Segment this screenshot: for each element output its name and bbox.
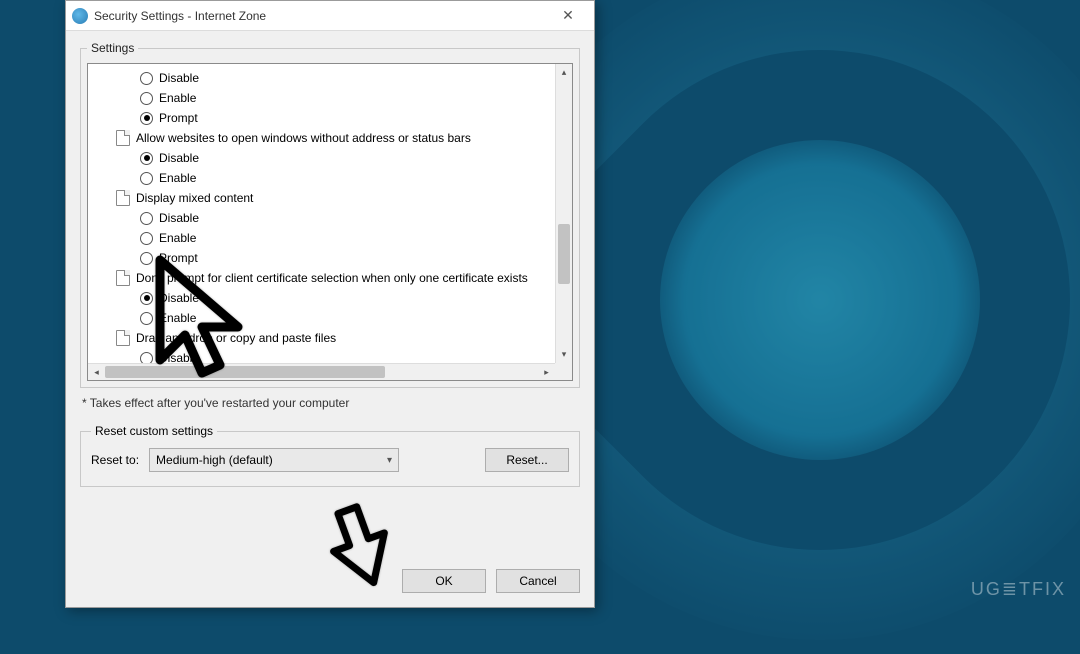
ok-button[interactable]: OK	[402, 569, 486, 593]
reset-legend: Reset custom settings	[91, 424, 217, 438]
scroll-thumb-h[interactable]	[105, 366, 385, 378]
radio-icon[interactable]	[140, 112, 153, 125]
settings-legend: Settings	[87, 41, 138, 55]
tree-option-label: Enable	[159, 311, 196, 325]
reset-button[interactable]: Reset...	[485, 448, 569, 472]
tree-option[interactable]: Enable	[88, 308, 555, 328]
tree-category-label: Don't prompt for client certificate sele…	[136, 271, 528, 285]
reset-level-dropdown[interactable]: Medium-high (default) ▾	[149, 448, 399, 472]
tree-option[interactable]: Prompt	[88, 108, 555, 128]
reset-fieldset: Reset custom settings Reset to: Medium-h…	[80, 424, 580, 487]
scrollbar-horizontal[interactable]: ◂ ▸	[88, 363, 555, 380]
chevron-down-icon: ▾	[387, 455, 392, 466]
titlebar[interactable]: Security Settings - Internet Zone ✕	[66, 1, 594, 31]
scroll-right-icon[interactable]: ▸	[538, 364, 555, 380]
dialog-buttons: OK Cancel	[66, 559, 594, 607]
scroll-down-icon[interactable]: ▾	[556, 346, 572, 363]
radio-icon[interactable]	[140, 232, 153, 245]
security-settings-dialog: Security Settings - Internet Zone ✕ Sett…	[65, 0, 595, 608]
tree-category: Don't prompt for client certificate sele…	[88, 268, 555, 288]
radio-icon[interactable]	[140, 172, 153, 185]
radio-icon[interactable]	[140, 92, 153, 105]
window-title: Security Settings - Internet Zone	[94, 9, 266, 23]
restart-footnote: * Takes effect after you've restarted yo…	[82, 396, 578, 410]
settings-tree: Disable Enable Prompt Allow websites to ope…	[87, 63, 573, 381]
page-icon	[116, 190, 130, 206]
tree-option[interactable]: Enable	[88, 88, 555, 108]
globe-icon	[72, 8, 88, 24]
tree-option[interactable]: Disable	[88, 288, 555, 308]
radio-icon[interactable]	[140, 292, 153, 305]
tree-option[interactable]: Prompt	[88, 248, 555, 268]
tree-category-label: Allow websites to open windows without a…	[136, 131, 471, 145]
tree-category: Display mixed content	[88, 188, 555, 208]
tree-category-label: Drag and drop or copy and paste files	[136, 331, 336, 345]
page-icon	[116, 130, 130, 146]
radio-icon[interactable]	[140, 352, 153, 364]
tree-option[interactable]: Disable	[88, 68, 555, 88]
tree-option[interactable]: Disable	[88, 348, 555, 363]
scroll-up-icon[interactable]: ▴	[556, 64, 572, 81]
tree-option[interactable]: Enable	[88, 228, 555, 248]
tree-category: Drag and drop or copy and paste files	[88, 328, 555, 348]
close-button[interactable]: ✕	[548, 7, 588, 24]
tree-option-label: Disable	[159, 211, 199, 225]
radio-icon[interactable]	[140, 72, 153, 85]
tree-option[interactable]: Enable	[88, 168, 555, 188]
radio-icon[interactable]	[140, 312, 153, 325]
cancel-button[interactable]: Cancel	[496, 569, 580, 593]
tree-option-label: Prompt	[159, 251, 198, 265]
reset-level-value: Medium-high (default)	[156, 453, 273, 467]
tree-option[interactable]: Disable	[88, 208, 555, 228]
tree-option-label: Enable	[159, 171, 196, 185]
scrollbar-vertical[interactable]: ▴ ▾	[555, 64, 572, 363]
scroll-thumb-v[interactable]	[558, 224, 570, 284]
reset-to-label: Reset to:	[91, 453, 139, 467]
watermark: UG≣TFIX	[971, 579, 1066, 600]
radio-icon[interactable]	[140, 252, 153, 265]
tree-category: Allow websites to open windows without a…	[88, 128, 555, 148]
tree-option[interactable]: Disable	[88, 148, 555, 168]
scroll-left-icon[interactable]: ◂	[88, 364, 105, 380]
tree-option-label: Enable	[159, 231, 196, 245]
tree-option-label: Disable	[159, 151, 199, 165]
page-icon	[116, 330, 130, 346]
settings-fieldset: Settings Disable Enable Prompt Allow websit…	[80, 41, 580, 388]
tree-option-label: Disable	[159, 71, 199, 85]
tree-category-label: Display mixed content	[136, 191, 253, 205]
tree-option-label: Disable	[159, 291, 199, 305]
tree-option-label: Prompt	[159, 111, 198, 125]
radio-icon[interactable]	[140, 152, 153, 165]
tree-option-label: Enable	[159, 91, 196, 105]
radio-icon[interactable]	[140, 212, 153, 225]
tree-option-label: Disable	[159, 351, 199, 363]
page-icon	[116, 270, 130, 286]
